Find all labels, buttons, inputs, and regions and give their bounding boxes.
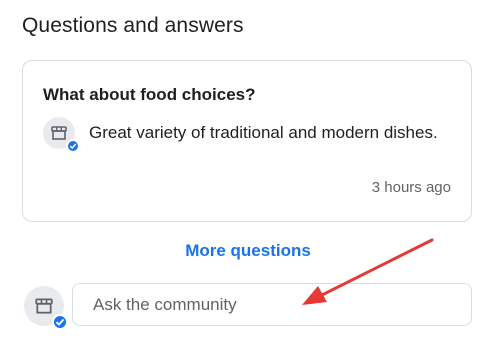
ask-community-input[interactable]	[72, 283, 472, 326]
answer-text: Great variety of traditional and modern …	[89, 123, 438, 142]
qa-card: What about food choices? Great variety o…	[22, 60, 472, 222]
verified-badge-icon	[52, 314, 68, 330]
verified-badge-icon	[66, 139, 80, 153]
question-text: What about food choices?	[43, 85, 256, 104]
more-questions-link[interactable]: More questions	[185, 241, 311, 260]
store-icon	[35, 298, 53, 314]
user-business-avatar	[24, 286, 68, 330]
more-questions-container: More questions	[0, 241, 496, 261]
store-icon	[51, 126, 67, 140]
answer-timestamp: 3 hours ago	[371, 179, 451, 196]
section-title: Questions and answers	[22, 14, 244, 37]
owner-avatar	[43, 117, 80, 153]
